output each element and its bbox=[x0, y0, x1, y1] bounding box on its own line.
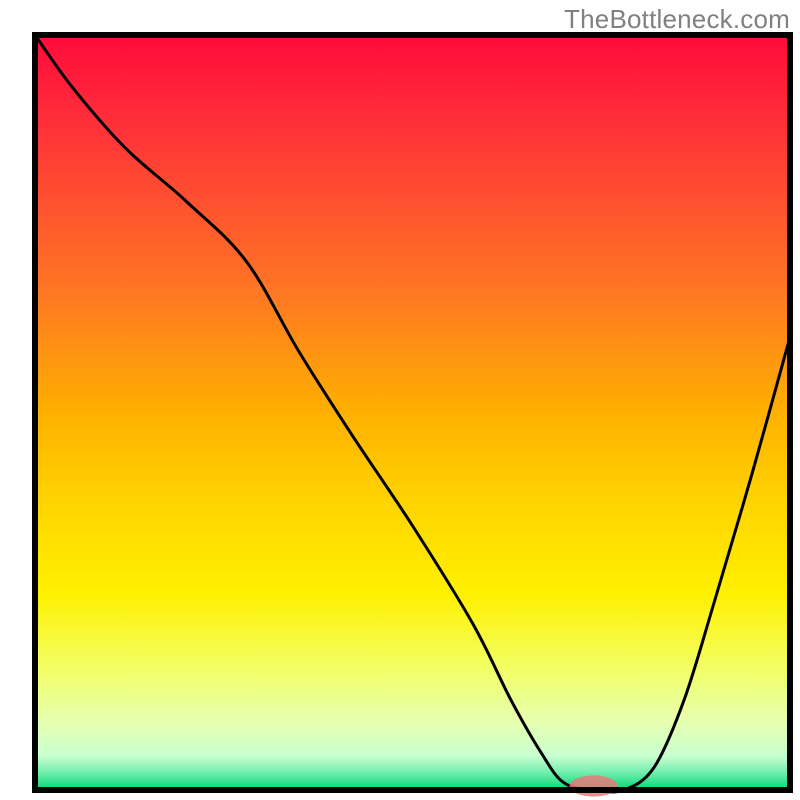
bottleneck-chart bbox=[0, 0, 800, 800]
chart-container: TheBottleneck.com bbox=[0, 0, 800, 800]
gradient-background bbox=[35, 35, 790, 790]
optimal-marker bbox=[570, 775, 618, 796]
watermark-text: TheBottleneck.com bbox=[564, 4, 790, 35]
